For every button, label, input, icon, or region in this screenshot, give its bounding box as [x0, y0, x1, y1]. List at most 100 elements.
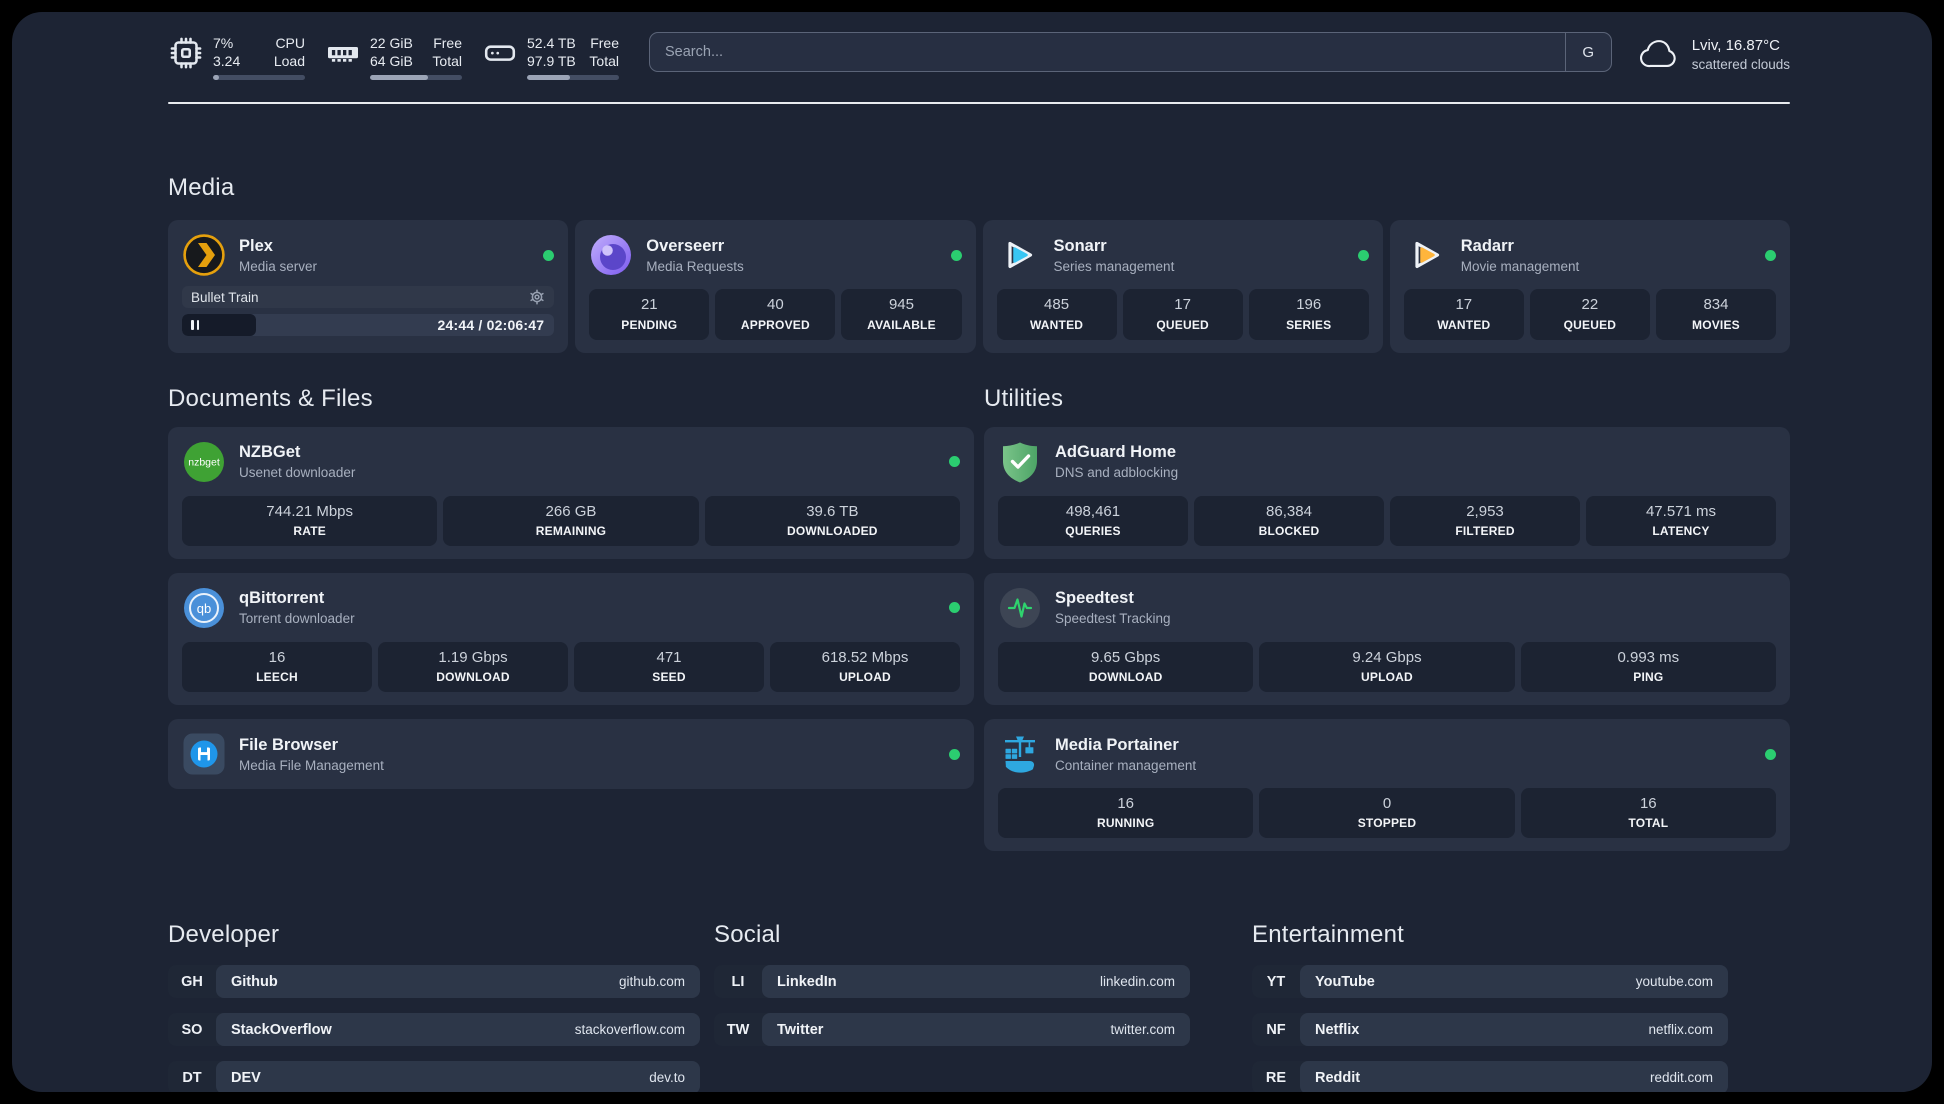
cpu-icon	[170, 37, 202, 69]
utilities-column: Utilities AdGuard Home DNS and adblockin…	[984, 385, 1790, 866]
disk-progress-bar	[527, 75, 619, 81]
plex-card[interactable]: Plex Media server Bullet Train 24:44 / 0…	[168, 220, 569, 353]
search-engine-button[interactable]: G	[1564, 33, 1611, 71]
documents-column: Documents & Files nzbget NZBGet Usenet d…	[168, 385, 974, 866]
cpu-metric: 7% CPU 3.24 Load	[168, 34, 305, 81]
plex-subtitle: Media server	[239, 258, 318, 274]
stat-approved: 40 APPROVED	[715, 289, 836, 340]
cpu-load-value: 3.24	[213, 53, 241, 70]
stat-queries: 498,461 QUERIES	[998, 495, 1188, 546]
link-dev-abbr: DT	[182, 1069, 202, 1086]
speedtest-name: Speedtest	[1055, 589, 1134, 608]
ram-progress-bar	[370, 75, 462, 81]
overseerr-status-dot	[950, 249, 962, 261]
ram-total-label: Total	[432, 53, 462, 70]
stat-total: 16 TOTAL	[1520, 788, 1776, 839]
stat-latency: 47.571 ms LATENCY	[1586, 495, 1776, 546]
speedtest-subtitle: Speedtest Tracking	[1055, 611, 1171, 627]
link-dev-name: DEV	[231, 1069, 261, 1086]
link-github[interactable]: GH Github github.com	[168, 965, 700, 999]
overseerr-card[interactable]: Overseerr Media Requests 21 PENDING 40 APP…	[575, 220, 976, 353]
portainer-name: Media Portainer	[1055, 735, 1179, 754]
nzbget-card[interactable]: nzbget NZBGet Usenet downloader 744.21 M…	[168, 426, 974, 559]
link-linkedin[interactable]: LI LinkedIn linkedin.com	[714, 965, 1190, 999]
link-youtube-url: youtube.com	[1635, 974, 1713, 990]
link-linkedin-name: LinkedIn	[777, 973, 837, 990]
plex-status-dot	[543, 249, 555, 261]
stat-download: 9.65 Gbps DOWNLOAD	[998, 641, 1254, 693]
adguard-icon	[998, 440, 1042, 484]
weather-location-temp: Lviv, 16.87°C	[1691, 36, 1780, 54]
speedtest-card[interactable]: Speedtest Speedtest Tracking 9.65 Gbps DO…	[984, 572, 1790, 706]
filebrowser-icon	[182, 732, 226, 776]
cpu-label: CPU	[275, 35, 305, 51]
svg-text:qb: qb	[197, 601, 211, 616]
disk-total-label: Total	[589, 53, 619, 70]
overseerr-name: Overseerr	[646, 236, 725, 255]
stat-wanted: 17 WANTED	[1403, 289, 1524, 340]
portainer-icon	[998, 732, 1042, 776]
link-linkedin-url: linkedin.com	[1099, 974, 1175, 990]
link-netflix-name: Netflix	[1315, 1021, 1360, 1038]
search-input[interactable]	[650, 33, 1565, 71]
nzbget-icon: nzbget	[182, 440, 226, 484]
entertainment-section: Entertainment YT YouTube youtube.com NF N…	[1252, 921, 1728, 1092]
filebrowser-subtitle: Media File Management	[239, 757, 384, 773]
link-reddit[interactable]: RE Reddit reddit.com	[1252, 1061, 1728, 1092]
link-twitter[interactable]: TW Twitter twitter.com	[714, 1013, 1190, 1047]
filebrowser-card[interactable]: File Browser Media File Management	[168, 719, 974, 790]
adguard-card[interactable]: AdGuard Home DNS and adblocking 498,461 Q…	[984, 426, 1790, 559]
stat-running: 16 RUNNING	[998, 788, 1254, 839]
stat-queued: 22 QUEUED	[1529, 289, 1650, 340]
stat-stopped: 0 STOPPED	[1259, 788, 1515, 839]
plex-now-playing-row: Bullet Train	[182, 286, 554, 308]
adguard-name: AdGuard Home	[1055, 443, 1177, 462]
stat-downloaded: 39.6 TB DOWNLOADED	[704, 495, 960, 546]
sonarr-icon	[997, 233, 1041, 277]
plex-now-playing-title: Bullet Train	[191, 289, 259, 305]
radarr-icon	[1404, 233, 1448, 277]
nzbget-subtitle: Usenet downloader	[239, 465, 356, 481]
section-title-utilities: Utilities	[984, 384, 1064, 412]
adguard-subtitle: DNS and adblocking	[1055, 465, 1179, 481]
cpu-progress-bar	[213, 75, 305, 81]
link-github-url: github.com	[618, 974, 685, 990]
plex-name: Plex	[239, 236, 273, 255]
pause-icon[interactable]	[191, 320, 200, 331]
link-dev[interactable]: DT DEV dev.to	[168, 1061, 700, 1092]
stat-blocked: 86,384 BLOCKED	[1194, 495, 1384, 546]
link-stackoverflow[interactable]: SO StackOverflow stackoverflow.com	[168, 1013, 700, 1047]
link-youtube-name: YouTube	[1315, 973, 1375, 990]
stat-remaining: 266 GB REMAINING	[443, 495, 699, 546]
ram-free-value: 22 GiB	[370, 35, 413, 51]
link-youtube[interactable]: YT YouTube youtube.com	[1252, 965, 1728, 999]
link-twitter-abbr: TW	[726, 1021, 750, 1038]
link-netflix[interactable]: NF Netflix netflix.com	[1252, 1013, 1728, 1047]
link-stackoverflow-url: stackoverflow.com	[574, 1022, 685, 1038]
plex-playback-time: 24:44 / 02:06:47	[437, 317, 545, 334]
speedtest-icon	[998, 586, 1042, 630]
disk-total-value: 97.9 TB	[527, 53, 576, 70]
link-youtube-abbr: YT	[1266, 973, 1286, 990]
overseerr-subtitle: Media Requests	[646, 258, 744, 274]
dashboard-panel: 7% CPU 3.24 Load 22 GiB Free 64 GiB Tota…	[12, 12, 1932, 1092]
sonarr-card[interactable]: Sonarr Series management 485 WANTED 17 QUE…	[982, 220, 1383, 353]
header-divider	[168, 102, 1790, 105]
stat-available: 945 AVAILABLE	[841, 289, 962, 340]
portainer-subtitle: Container management	[1055, 757, 1197, 773]
stat-upload: 9.24 Gbps UPLOAD	[1259, 641, 1515, 693]
stat-ping: 0.993 ms PING	[1520, 641, 1776, 693]
stat-download: 1.19 Gbps DOWNLOAD	[378, 641, 568, 693]
nzbget-name: NZBGet	[239, 443, 301, 462]
portainer-card[interactable]: Media Portainer Container management 16 R…	[984, 719, 1790, 852]
qbittorrent-card[interactable]: qb qBittorrent Torrent downloader 16 LEEC…	[168, 572, 974, 706]
link-github-name: Github	[231, 973, 278, 990]
settings-icon[interactable]	[529, 289, 545, 305]
plex-icon	[182, 233, 226, 277]
qbittorrent-icon: qb	[182, 586, 226, 630]
plex-progress-bar[interactable]: 24:44 / 02:06:47	[182, 314, 555, 337]
radarr-card[interactable]: Radarr Movie management 17 WANTED 22 QUEUE…	[1389, 220, 1790, 353]
section-title-documents: Documents & Files	[168, 384, 373, 412]
link-stackoverflow-name: StackOverflow	[231, 1021, 332, 1038]
stat-rate: 744.21 Mbps RATE	[182, 495, 438, 546]
